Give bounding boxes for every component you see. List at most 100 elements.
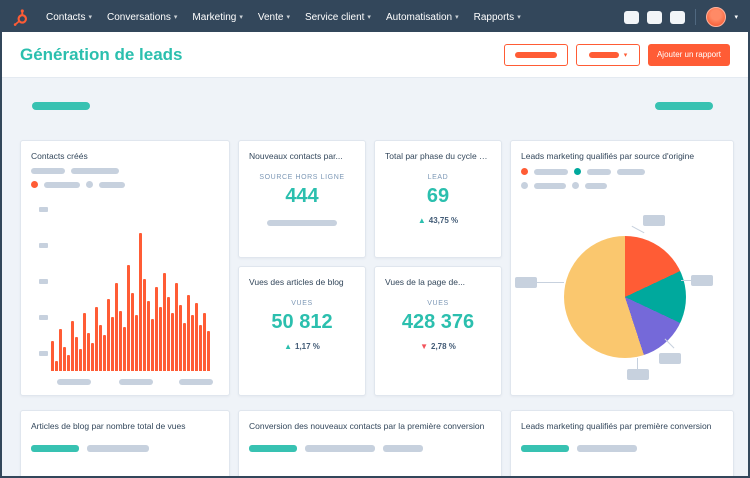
nav-item-label: Service client xyxy=(304,11,365,23)
card-leads-first-conversion[interactable]: Leads marketing qualifiés par première c… xyxy=(510,410,734,476)
metric-value: 50 812 xyxy=(271,311,333,334)
bar xyxy=(167,297,170,371)
delta-value: 43,75 % xyxy=(428,216,459,226)
card-title: Vues de la page de... xyxy=(385,277,466,287)
contacts-bar-chart xyxy=(51,221,217,371)
metric-delta: ▲ 1,17 % xyxy=(284,342,320,351)
filter-skeleton xyxy=(588,51,619,58)
bar xyxy=(171,313,174,371)
pie-label-skeleton xyxy=(627,369,649,380)
card-title: Total par phase du cycle de... xyxy=(385,151,496,161)
card-blog-total-views[interactable]: Articles de blog par nombre total de vue… xyxy=(20,410,230,476)
bar xyxy=(63,347,66,371)
pie-connector-line xyxy=(637,358,638,369)
nav-item-rapports[interactable]: Rapports ▾ xyxy=(474,12,521,23)
bar xyxy=(127,265,130,371)
nav-item-label: Conversations xyxy=(106,11,171,23)
y-axis-skeleton xyxy=(39,279,48,284)
pie-label-skeleton xyxy=(643,215,665,226)
bar xyxy=(79,349,82,371)
bar xyxy=(87,333,90,371)
nav-tool-icon[interactable] xyxy=(670,10,686,24)
bar xyxy=(123,327,126,371)
bar xyxy=(135,315,138,371)
chart-legend xyxy=(511,168,733,176)
bar xyxy=(139,233,142,371)
nav-tool-icon[interactable] xyxy=(624,10,640,24)
card-lifecycle-total[interactable]: Total par phase du cycle de... LEAD 69 ▲… xyxy=(374,140,502,258)
chevron-down-icon: ▾ xyxy=(173,14,178,21)
bar xyxy=(159,307,162,371)
bar xyxy=(51,341,54,371)
bar xyxy=(95,307,98,371)
triangle-down-icon: ▼ xyxy=(420,342,428,352)
bar xyxy=(175,283,178,371)
add-report-button[interactable]: Ajouter un rapport xyxy=(647,43,730,66)
legend-dot xyxy=(572,182,579,190)
bar xyxy=(179,305,182,371)
chevron-down-icon[interactable]: ▾ xyxy=(734,13,738,21)
x-axis-skeleton xyxy=(119,379,153,385)
bar xyxy=(103,335,106,371)
bar xyxy=(183,323,186,371)
date-filter-skeleton[interactable] xyxy=(32,102,90,110)
delta-value: 2,78 % xyxy=(431,342,456,352)
y-axis-skeleton xyxy=(39,351,48,356)
card-title: Contacts créés xyxy=(31,151,88,161)
bar xyxy=(163,273,166,371)
nav-item-automatisation[interactable]: Automatisation ▾ xyxy=(386,12,459,23)
bar xyxy=(195,303,198,371)
bar xyxy=(83,313,86,371)
hubspot-logo-icon[interactable] xyxy=(12,8,29,26)
chevron-down-icon: ▾ xyxy=(517,14,521,21)
nav-tool-icon[interactable] xyxy=(647,10,663,24)
bar xyxy=(147,301,150,371)
owner-filter-skeleton[interactable] xyxy=(655,102,713,110)
pie-label-skeleton xyxy=(659,353,681,364)
bar xyxy=(151,319,154,371)
hubspot-dashboard-window: Contacts ▾ Conversations ▾ Marketing ▾ Vent… xyxy=(0,0,750,478)
metric-label: LEAD xyxy=(427,174,449,182)
bar xyxy=(59,329,62,371)
pie-label-skeleton xyxy=(515,277,537,288)
bar xyxy=(91,343,94,371)
bar xyxy=(203,313,206,371)
y-axis-skeleton xyxy=(39,315,48,320)
chart-legend xyxy=(511,182,733,190)
chevron-down-icon: ▾ xyxy=(623,51,628,59)
chart-legend xyxy=(21,168,229,175)
y-axis-skeleton xyxy=(39,207,48,212)
metric-label: VUES xyxy=(427,300,449,308)
nav-item-vente[interactable]: Vente ▾ xyxy=(258,12,290,23)
card-conversion[interactable]: Conversion des nouveaux contacts par la … xyxy=(238,410,502,476)
legend-dot xyxy=(521,168,528,176)
chevron-down-icon: ▾ xyxy=(239,14,243,21)
card-leads-by-source[interactable]: Leads marketing qualifiés par source d'o… xyxy=(510,140,734,396)
dashboard-actions-dropdown[interactable]: ▾ xyxy=(575,43,640,66)
card-new-contacts[interactable]: Nouveaux contacts par... SOURCE HORS LIG… xyxy=(238,140,366,258)
page-header: Génération de leads ▾ Ajouter un rapport xyxy=(2,32,748,78)
bar xyxy=(55,361,58,371)
chevron-down-icon: ▾ xyxy=(455,14,459,21)
nav-item-service-client[interactable]: Service client ▾ xyxy=(305,12,371,23)
metric-label: VUES xyxy=(291,300,313,308)
triangle-up-icon: ▲ xyxy=(284,342,292,352)
pie-chart xyxy=(564,236,686,358)
bar xyxy=(143,279,146,371)
avatar[interactable] xyxy=(706,7,727,27)
legend-dot xyxy=(574,168,581,176)
delta-value: 1,17 % xyxy=(295,342,320,352)
nav-item-marketing[interactable]: Marketing ▾ xyxy=(192,12,242,23)
nav-item-conversations[interactable]: Conversations ▾ xyxy=(107,12,177,23)
pie-connector-line xyxy=(681,280,691,281)
nav-item-contacts[interactable]: Contacts ▾ xyxy=(46,12,92,23)
metric-delta: ▲ 43,75 % xyxy=(418,216,458,225)
card-contacts-created[interactable]: Contacts créés xyxy=(20,140,230,396)
nav-item-label: Automatisation xyxy=(385,11,453,23)
card-blog-views[interactable]: Vues des articles de blog VUES 50 812 ▲ … xyxy=(238,266,366,396)
bar xyxy=(155,287,158,371)
dashboard-filter-button[interactable] xyxy=(503,43,568,66)
card-title: Leads marketing qualifiés par source d'o… xyxy=(521,151,695,161)
card-page-views[interactable]: Vues de la page de... VUES 428 376 ▼ 2,7… xyxy=(374,266,502,396)
bar xyxy=(131,293,134,371)
